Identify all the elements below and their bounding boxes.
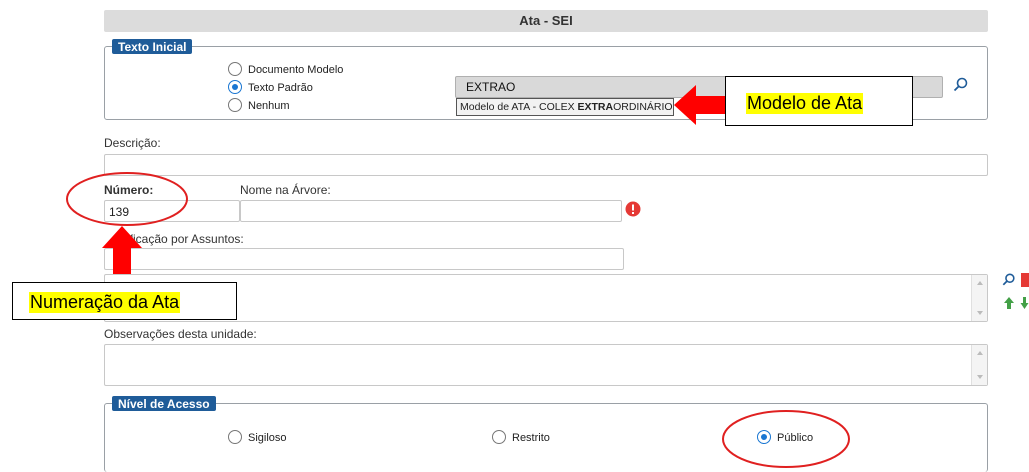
warning-icon [625, 201, 641, 217]
highlight-ellipse-numero [66, 172, 188, 226]
observacoes-label: Observações desta unidade: [104, 327, 257, 341]
radio-sigiloso-label: Sigiloso [248, 432, 287, 444]
texto-inicial-legend: Texto Inicial [112, 39, 193, 54]
radio-nenhum-label: Nenhum [248, 100, 290, 112]
radio-texto-padrao-label: Texto Padrão [248, 82, 313, 94]
classificacao-input[interactable] [104, 248, 624, 270]
arrow-up-icon[interactable] [1003, 296, 1015, 310]
search-icon[interactable] [1002, 273, 1016, 287]
radio-nenhum[interactable] [228, 98, 242, 112]
remove-icon[interactable] [1021, 273, 1029, 287]
texto-padrao-input-value: EXTRAO [466, 80, 516, 94]
observacoes-scrollbar[interactable] [971, 345, 987, 385]
descricao-label: Descrição: [104, 136, 161, 150]
radio-documento-modelo[interactable] [228, 62, 242, 76]
scroll-down-icon[interactable] [977, 311, 983, 315]
assuntos-scrollbar[interactable] [971, 275, 987, 321]
page-title: Ata - SEI [104, 10, 988, 32]
callout-numeracao-text: Numeração da Ata [29, 292, 181, 313]
radio-documento-modelo-label: Documento Modelo [248, 64, 344, 76]
highlight-ellipse-publico [722, 410, 850, 468]
scroll-down-icon[interactable] [977, 375, 983, 379]
radio-restrito-label: Restrito [512, 432, 550, 444]
callout-modelo-de-ata: Modelo de Ata [725, 76, 913, 126]
search-icon[interactable] [953, 77, 969, 93]
radio-restrito[interactable] [492, 430, 506, 444]
radio-sigiloso[interactable] [228, 430, 242, 444]
nome-arvore-input[interactable] [240, 200, 622, 222]
arrow-down-icon[interactable] [1020, 296, 1029, 310]
nivel-acesso-legend: Nível de Acesso [112, 396, 216, 411]
nome-arvore-label: Nome na Árvore: [240, 183, 331, 197]
classificacao-label: ificação por Assuntos: [127, 232, 244, 246]
callout-modelo-text: Modelo de Ata [746, 93, 864, 114]
observacoes-input[interactable] [104, 344, 988, 386]
scroll-up-icon[interactable] [977, 351, 983, 355]
callout-numeracao-da-ata: Numeração da Ata [12, 282, 237, 320]
autocomplete-suggestion[interactable]: Modelo de ATA - COLEX EXTRAORDINÁRIO [456, 98, 674, 116]
scroll-up-icon[interactable] [977, 281, 983, 285]
radio-texto-padrao[interactable] [228, 80, 242, 94]
descricao-input[interactable] [104, 154, 988, 176]
